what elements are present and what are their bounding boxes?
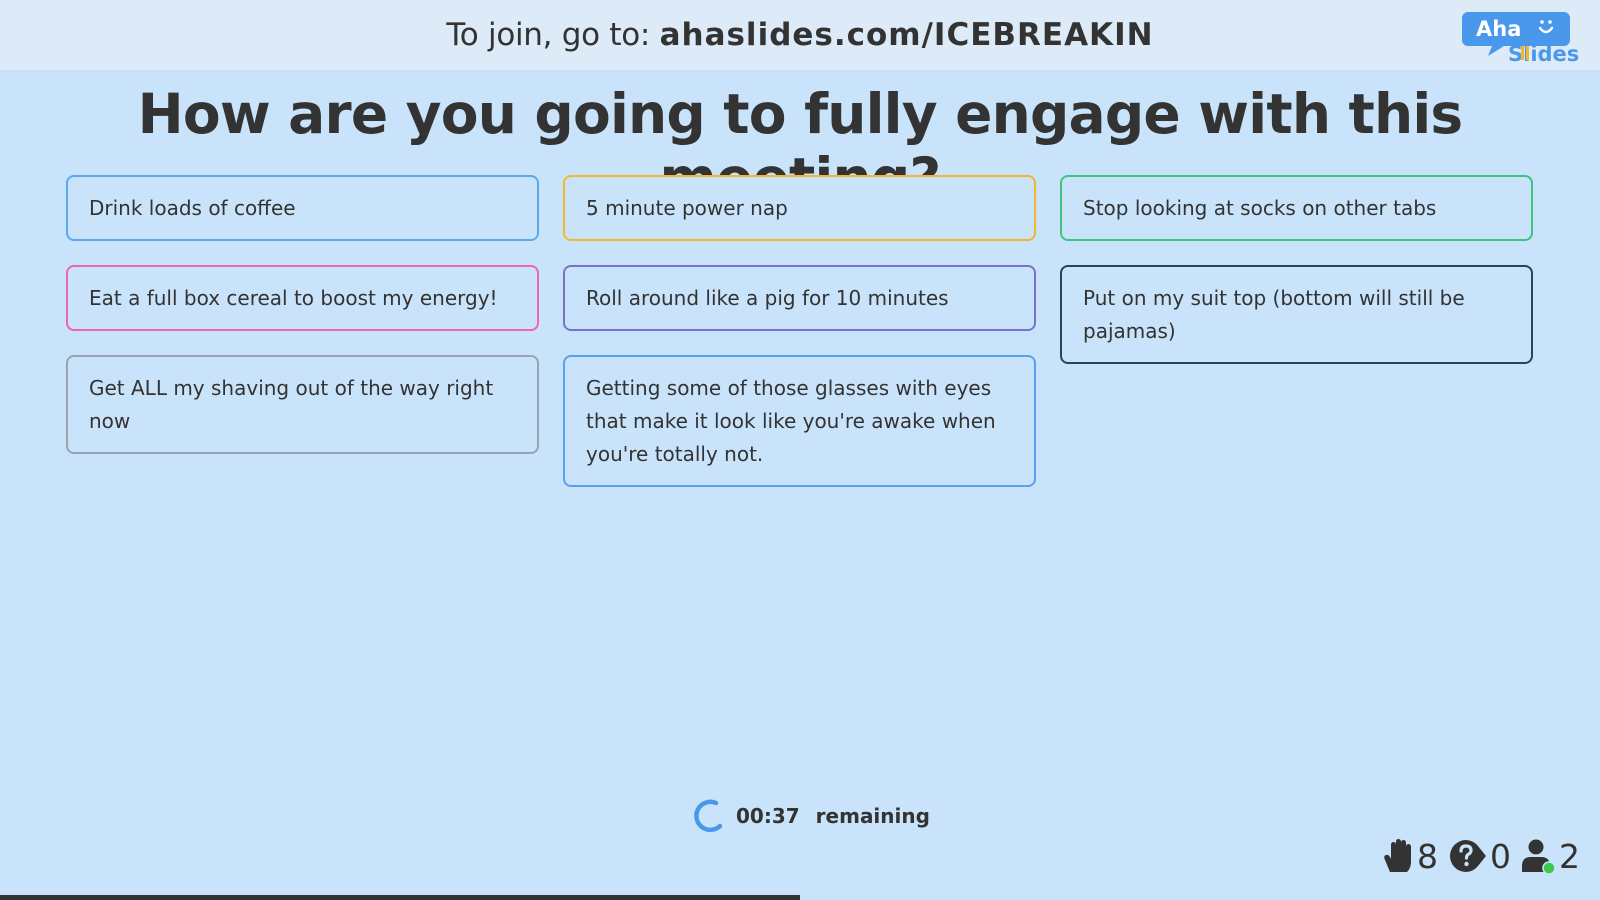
timer-label: remaining bbox=[815, 804, 930, 828]
join-prefix: To join, go to: bbox=[446, 17, 660, 53]
questions-stat[interactable]: 0 bbox=[1448, 837, 1511, 876]
join-banner: To join, go to: ahaslides.com/ICEBREAKIN… bbox=[0, 0, 1600, 72]
timer-time: 00:37 bbox=[736, 804, 800, 828]
reactions-stat[interactable]: 8 bbox=[1381, 837, 1438, 876]
response-card: Stop looking at socks on other tabs bbox=[1060, 175, 1533, 241]
response-card: 5 minute power nap bbox=[563, 175, 1036, 241]
response-card: Eat a full box cereal to boost my energy… bbox=[66, 265, 539, 331]
join-instructions: To join, go to: ahaslides.com/ICEBREAKIN bbox=[446, 17, 1153, 53]
response-card: Roll around like a pig for 10 minutes bbox=[563, 265, 1036, 331]
responses-column-2: 5 minute power nap Roll around like a pi… bbox=[563, 175, 1036, 487]
response-card: Drink loads of coffee bbox=[66, 175, 539, 241]
join-url[interactable]: ahaslides.com/ICEBREAKIN bbox=[660, 17, 1154, 53]
response-card: Get ALL my shaving out of the way right … bbox=[66, 355, 539, 454]
slide-progress-bar bbox=[0, 895, 1600, 900]
logo-text-aha: Aha bbox=[1476, 17, 1521, 41]
reactions-count: 8 bbox=[1417, 836, 1438, 876]
raised-hand-icon bbox=[1384, 839, 1411, 872]
ahaslides-logo: Aha Slides bbox=[1462, 10, 1586, 66]
smiley-speech-bubble-icon: Aha Slides bbox=[1462, 12, 1579, 66]
questions-count: 0 bbox=[1490, 836, 1511, 876]
response-card: Getting some of those glasses with eyes … bbox=[563, 355, 1036, 487]
participants-stat[interactable]: 2 bbox=[1521, 837, 1580, 876]
audience-stats: 8 0 2 bbox=[1381, 834, 1580, 878]
responses-column-1: Drink loads of coffee Eat a full box cer… bbox=[66, 175, 539, 487]
spinner-icon bbox=[694, 799, 723, 832]
user-online-icon bbox=[1522, 839, 1556, 874]
response-card: Put on my suit top (bottom will still be… bbox=[1060, 265, 1533, 364]
responses-column-3: Stop looking at socks on other tabs Put … bbox=[1060, 175, 1533, 487]
question-bubble-icon bbox=[1450, 840, 1486, 872]
participants-count: 2 bbox=[1559, 836, 1580, 876]
responses-grid: Drink loads of coffee Eat a full box cer… bbox=[66, 175, 1534, 487]
countdown-timer: 00:37 remaining bbox=[690, 796, 930, 836]
progress-fill bbox=[0, 895, 800, 900]
logo-text-slides: Slides bbox=[1508, 42, 1579, 64]
